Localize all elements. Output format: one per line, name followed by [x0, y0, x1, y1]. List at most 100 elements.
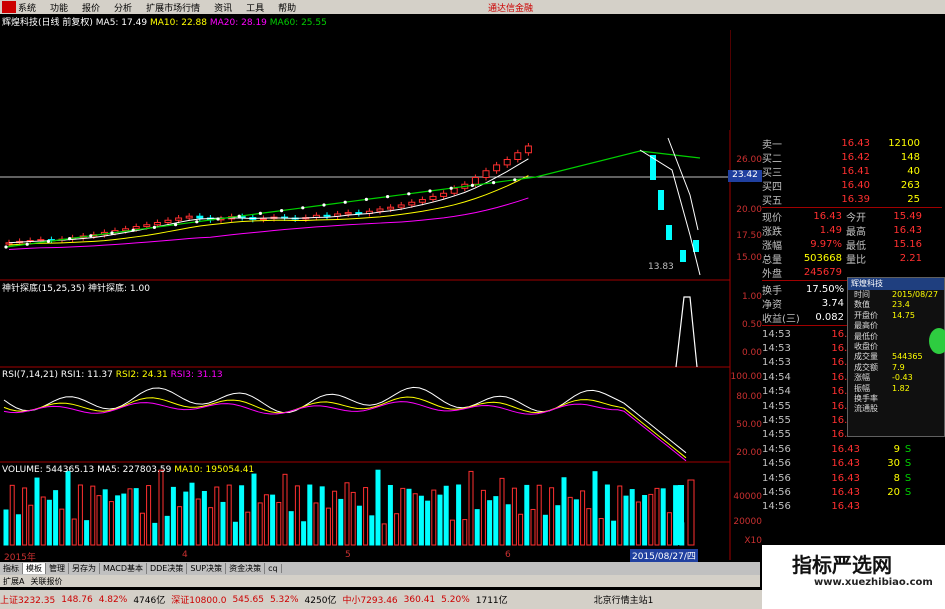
sh-index[interactable]: 上证3232.35	[0, 593, 55, 606]
volume-bar	[480, 489, 486, 546]
stat-value: 503668	[803, 252, 842, 264]
volume-bar	[276, 501, 282, 546]
volume-bar	[251, 473, 257, 546]
tab-dde[interactable]: DDE决策	[147, 563, 188, 574]
candle-body	[344, 212, 352, 215]
volume-bar	[220, 501, 226, 546]
main-chart-header: 辉煌科技(日线 前复权) MA5: 17.49 MA10: 22.88 MA20…	[2, 17, 327, 29]
volume-bar	[580, 490, 586, 546]
tab-sup[interactable]: SUP决策	[187, 563, 227, 574]
book-label: 卖一	[762, 139, 782, 151]
menu-item-quote[interactable]: 报价	[82, 1, 100, 14]
sme-amount: 1711亿	[475, 596, 508, 606]
low-price-label: 13.83	[648, 262, 674, 272]
stat-label: 涨跌	[762, 226, 782, 238]
tick-price: 16.43	[831, 501, 860, 513]
tooltip-value: -0.43	[892, 373, 913, 383]
tab-cq[interactable]: cq	[265, 564, 282, 573]
volume-bar	[623, 495, 629, 546]
stat-label: 涨幅	[762, 240, 782, 252]
ma60-dot	[322, 203, 326, 207]
menu-item-function[interactable]: 功能	[50, 1, 68, 14]
ma20-label: MA20: 28.19	[209, 18, 267, 28]
sz-pct: 5.32%	[269, 594, 299, 605]
candle-body	[503, 159, 511, 166]
tab-ext-a[interactable]: 扩展A	[0, 576, 27, 587]
tick-price: 16.43	[831, 472, 860, 484]
volume-bar	[40, 496, 46, 546]
stat-value: 9.97%	[810, 238, 842, 250]
volume-bar	[666, 512, 672, 546]
current-price-tag: 23.42	[728, 170, 762, 182]
tick-row: 14:56 16.43 20 S	[762, 485, 942, 499]
volume-bar	[195, 498, 201, 546]
candle-group	[5, 143, 699, 262]
tab-fund[interactable]: 资金决策	[226, 563, 266, 574]
volume-bar	[387, 484, 393, 546]
server-label[interactable]: 北京行情主站1	[594, 593, 654, 606]
ma-lines	[4, 137, 701, 276]
tab-manage[interactable]: 管理	[46, 563, 69, 574]
blank-region	[535, 30, 730, 130]
chart-canvas[interactable]	[0, 30, 762, 560]
ma10-label: MA10: 22.88	[149, 18, 207, 28]
volume-bar	[567, 496, 573, 546]
sme-index[interactable]: 中小7293.46	[342, 593, 397, 606]
volume-bar	[170, 486, 176, 546]
menu-item-system[interactable]: 系统	[18, 1, 36, 14]
app-logo-icon	[2, 1, 16, 13]
tooltip-title[interactable]: 辉煌科技	[848, 278, 944, 290]
tooltip-value: 1.82	[892, 383, 910, 393]
menu-item-ext-market[interactable]: 扩展市场行情	[146, 1, 200, 14]
tab-indicator[interactable]: 指标	[0, 563, 23, 574]
tab-save-as[interactable]: 另存为	[69, 563, 100, 574]
candle-body	[493, 164, 501, 172]
tick-row: 14:56 16.43 8 S	[762, 471, 942, 485]
tick-side: S	[904, 443, 912, 455]
tab-template[interactable]: 模板	[23, 563, 46, 574]
volume-bar	[338, 498, 344, 546]
volume-bar	[673, 485, 679, 546]
ma60-dot	[89, 234, 93, 238]
data-tooltip-window[interactable]: 辉煌科技 时间 2015/08/27 数值 23.4 开盘价 14.75 最高价 最低价 收盘价…	[847, 277, 945, 437]
candle-body	[408, 201, 416, 206]
menu-item-tools[interactable]: 工具	[246, 1, 264, 14]
sz-amount: 4250亿	[304, 596, 337, 606]
volume-bar	[301, 521, 307, 546]
tooltip-row: 时间 2015/08/27	[848, 290, 944, 300]
extra-label: 净资	[762, 299, 782, 311]
stat-value: 245679	[803, 266, 842, 278]
rsi-tick-100: 100.00	[730, 372, 763, 382]
volume-bar	[356, 505, 362, 546]
volume-bar	[214, 486, 220, 546]
volume-bar	[586, 508, 592, 546]
volume-bar	[678, 485, 684, 545]
volume-bar	[542, 514, 548, 546]
ind1-tick-0: 0.00	[741, 348, 762, 358]
menu-item-news[interactable]: 资讯	[214, 1, 232, 14]
volume-bar	[158, 469, 164, 546]
volume-bar	[412, 493, 418, 546]
volume-bar	[604, 484, 610, 546]
tab-related-quote[interactable]: 关联报价	[27, 576, 65, 587]
green-badge-icon[interactable]	[929, 328, 945, 354]
volume-bar	[9, 484, 15, 546]
book-volume: 40	[907, 165, 920, 177]
volume-bar	[449, 519, 455, 546]
volume-bar	[400, 487, 406, 546]
menu-item-help[interactable]: 帮助	[278, 1, 296, 14]
volume-bar	[77, 484, 83, 546]
tick-price: 16.43	[831, 458, 860, 470]
menu-item-analysis[interactable]: 分析	[114, 1, 132, 14]
rsi1-label: RSI1: 11.37	[60, 370, 113, 380]
volume-bars	[3, 469, 695, 546]
ma60-dot	[386, 195, 390, 199]
ma60-line	[5, 150, 701, 248]
tick-time: 14:53	[762, 328, 791, 340]
tab-macd[interactable]: MACD基本	[100, 563, 147, 574]
sz-index[interactable]: 深证10800.0	[171, 593, 226, 606]
candle-body	[143, 224, 151, 228]
secondary-tabs: 扩展A 关联报价	[0, 575, 760, 587]
candle-body	[418, 199, 426, 203]
volume-bar	[307, 484, 313, 546]
